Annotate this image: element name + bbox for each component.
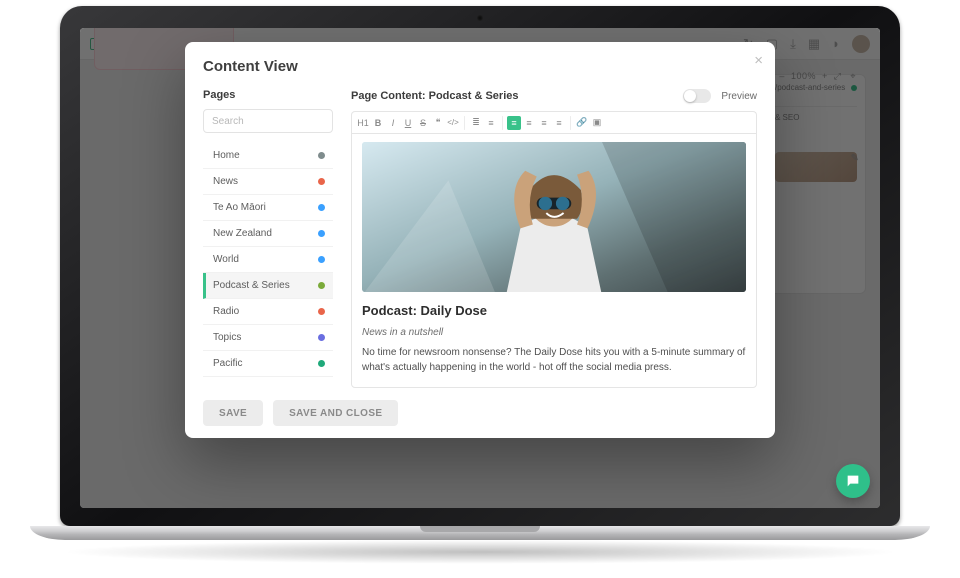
- chat-icon: [845, 473, 861, 489]
- tb-code[interactable]: </>: [446, 116, 460, 130]
- tb-quote[interactable]: ❝: [431, 116, 445, 130]
- chat-fab[interactable]: [836, 464, 870, 498]
- save-button[interactable]: SAVE: [203, 400, 263, 426]
- page-item-label: Pacific: [213, 358, 242, 369]
- tb-sep-2: [502, 116, 503, 130]
- page-item-label: Home: [213, 150, 240, 161]
- page-item-news[interactable]: News: [203, 169, 333, 195]
- content-column: Page Content: Podcast & Series Preview H…: [351, 89, 757, 388]
- modal-title: Content View: [203, 58, 757, 75]
- page-item-dot-icon: [318, 178, 325, 185]
- pages-heading: Pages: [203, 89, 333, 101]
- laptop-mockup: Kiwi Radio ↻ ▢ ⤓ ▦ ◗ /podcast-and-series: [30, 6, 930, 564]
- tb-ol[interactable]: ≡: [484, 116, 498, 130]
- page-item-topics[interactable]: Topics: [203, 325, 333, 351]
- page-list: Home News Te Ao Māori New Zealand World Podca…: [203, 143, 333, 377]
- tb-bold[interactable]: B: [371, 116, 385, 130]
- search-input[interactable]: [203, 109, 333, 133]
- laptop-bezel: Kiwi Radio ↻ ▢ ⤓ ▦ ◗ /podcast-and-series: [60, 6, 900, 526]
- page-item-dot-icon: [318, 256, 325, 263]
- close-icon[interactable]: ×: [754, 52, 763, 69]
- page-item-te-ao-m-ori[interactable]: Te Ao Māori: [203, 195, 333, 221]
- tb-align-justify[interactable]: ≡: [552, 116, 566, 130]
- tb-strike[interactable]: S: [416, 116, 430, 130]
- page-item-dot-icon: [318, 360, 325, 367]
- laptop-base: [30, 526, 930, 540]
- article-subtitle: News in a nutshell: [362, 326, 746, 341]
- tb-align-left[interactable]: ≡: [507, 116, 521, 130]
- page-item-home[interactable]: Home: [203, 143, 333, 169]
- tb-image[interactable]: ▣: [590, 116, 604, 130]
- tb-h1[interactable]: H1: [356, 116, 370, 130]
- screen: Kiwi Radio ↻ ▢ ⤓ ▦ ◗ /podcast-and-series: [80, 28, 880, 508]
- tb-align-right[interactable]: ≡: [537, 116, 551, 130]
- modal-overlay: × Content View Pages Home News Te Ao Māori…: [80, 28, 880, 508]
- page-item-dot-icon: [318, 230, 325, 237]
- pages-column: Pages Home News Te Ao Māori New Zealand Worl…: [203, 89, 333, 388]
- tb-italic[interactable]: I: [386, 116, 400, 130]
- page-item-dot-icon: [318, 204, 325, 211]
- page-item-label: Topics: [213, 332, 241, 343]
- page-item-pacific[interactable]: Pacific: [203, 351, 333, 377]
- tb-align-center[interactable]: ≡: [522, 116, 536, 130]
- tb-sep-1: [464, 116, 465, 130]
- page-item-label: Podcast & Series: [213, 280, 290, 291]
- tb-sep-3: [570, 116, 571, 130]
- save-close-button[interactable]: SAVE AND CLOSE: [273, 400, 398, 426]
- preview-label: Preview: [721, 91, 757, 102]
- editor-toolbar: H1 B I U S ❝ </> ≣ ≡ ≡: [351, 111, 757, 133]
- page-item-label: New Zealand: [213, 228, 272, 239]
- editor[interactable]: Podcast: Daily Dose News in a nutshell N…: [351, 133, 757, 388]
- page-item-dot-icon: [318, 152, 325, 159]
- page-item-dot-icon: [318, 308, 325, 315]
- page-item-dot-icon: [318, 334, 325, 341]
- page-item-podcast-series[interactable]: Podcast & Series: [203, 273, 333, 299]
- tb-link[interactable]: 🔗: [575, 116, 589, 130]
- article-title: Podcast: Daily Dose: [362, 302, 746, 321]
- content-view-modal: × Content View Pages Home News Te Ao Māori…: [185, 42, 775, 438]
- tb-underline[interactable]: U: [401, 116, 415, 130]
- page-item-radio[interactable]: Radio: [203, 299, 333, 325]
- article-body: No time for newsroom nonsense? The Daily…: [362, 346, 746, 375]
- content-heading: Page Content: Podcast & Series: [351, 90, 673, 102]
- hero-image: [362, 142, 746, 292]
- page-item-label: World: [213, 254, 239, 265]
- laptop-shadow: [60, 540, 900, 564]
- page-item-new-zealand[interactable]: New Zealand: [203, 221, 333, 247]
- page-item-world[interactable]: World: [203, 247, 333, 273]
- page-item-label: News: [213, 176, 238, 187]
- tb-ul[interactable]: ≣: [469, 116, 483, 130]
- page-item-label: Te Ao Māori: [213, 202, 266, 213]
- modal-footer: SAVE SAVE AND CLOSE: [203, 400, 757, 426]
- page-item-dot-icon: [318, 282, 325, 289]
- page-item-label: Radio: [213, 306, 239, 317]
- laptop-camera: [477, 15, 483, 21]
- preview-toggle[interactable]: [683, 89, 711, 103]
